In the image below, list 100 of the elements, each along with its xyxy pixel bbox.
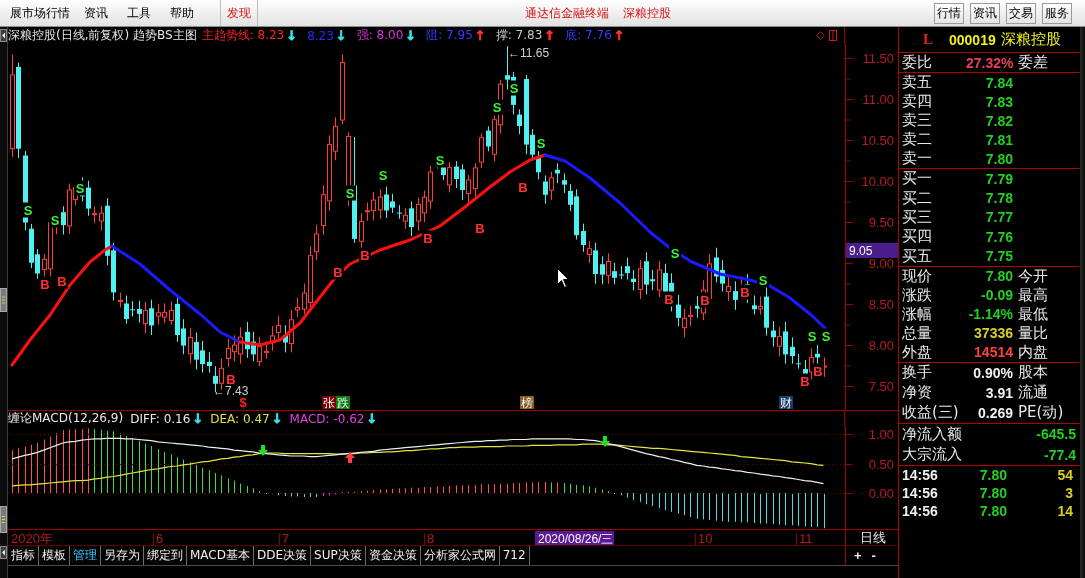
field-label: 净流入额: [902, 424, 962, 444]
field-label: 卖二: [902, 130, 933, 149]
zoom-button[interactable]: -: [870, 548, 877, 563]
indicator-tab[interactable]: 分析家公式网: [420, 546, 500, 565]
indicator-tab[interactable]: MACD基本: [187, 546, 254, 565]
stock-code: 000019: [949, 31, 996, 48]
indicator-value: MACD: -0.62: [289, 411, 365, 426]
sell-signal-label: S: [75, 181, 85, 196]
indicator-tab[interactable]: 管理: [70, 546, 101, 565]
cursor-date-label: 2020/08/26/三: [535, 531, 614, 545]
axis-tick: [153, 532, 154, 545]
event-marker: $: [239, 395, 247, 410]
trade-price: 7.80: [978, 484, 1007, 501]
period-button[interactable]: 日线: [860, 530, 886, 545]
date-label: 8: [427, 531, 435, 545]
diamond-icon[interactable]: [816, 31, 825, 40]
field-value: 3.91: [984, 384, 1013, 401]
indicator-tab[interactable]: 资金决策: [365, 546, 421, 565]
menu-item[interactable]: 资讯: [84, 4, 108, 22]
field-label: 卖四: [902, 92, 933, 111]
sell-signal-label: S: [670, 246, 680, 261]
menu-item[interactable]: 展市场行情: [10, 4, 70, 22]
toolbar-button[interactable]: 交易: [1006, 2, 1036, 24]
event-tag: 财: [779, 396, 793, 410]
field-value: 7.84: [984, 74, 1013, 91]
trend-arrow: ↓: [366, 411, 378, 426]
indicator-value: 阻: 7.95: [426, 27, 473, 44]
event-tag: 跌: [336, 396, 350, 410]
indicator-tab[interactable]: DDE决策: [254, 546, 312, 565]
trend-arrow: ↑: [613, 28, 625, 43]
field-label: 卖三: [902, 111, 933, 130]
indicator-tab[interactable]: 712: [499, 546, 530, 565]
field-label: 净资: [902, 383, 933, 403]
field-label: 最低: [1018, 304, 1049, 324]
axis-tick: [796, 532, 797, 545]
axis-label: 10.50: [861, 133, 894, 148]
sell-signal-label: S: [807, 329, 817, 344]
field-label: 买二: [902, 188, 933, 208]
resize-handle-icon[interactable]: [0, 288, 7, 312]
field-value: 7.81: [984, 131, 1013, 148]
buy-signal-label: B: [518, 180, 528, 195]
indicator-tab[interactable]: 另存为: [101, 546, 144, 565]
indicator-tab[interactable]: 绑定到: [144, 546, 187, 565]
toolbar-button[interactable]: 资讯: [970, 2, 1000, 24]
sell-signal-label: S: [23, 203, 33, 218]
discover-link[interactable]: 发现: [220, 0, 258, 26]
date-label: 10: [698, 531, 713, 545]
trade-volume: 14: [1056, 502, 1073, 519]
toolbar-button[interactable]: 行情: [934, 2, 964, 24]
field-value: 0.269: [976, 404, 1013, 421]
field-value: 7.76: [984, 228, 1013, 245]
stock-name: 深粮控股: [1000, 30, 1061, 49]
event-tag: 榜: [520, 396, 534, 410]
indicator-value: 底: 7.76: [565, 27, 612, 44]
left-arrow-icon[interactable]: [0, 546, 7, 559]
toolbar-button[interactable]: 服务: [1042, 2, 1072, 24]
indicator-title: 缠论MACD(12,26,9): [8, 410, 124, 427]
buy-signal-label: B: [475, 221, 485, 236]
left-arrow-icon[interactable]: [0, 29, 7, 42]
trade-time: 14:56: [902, 484, 939, 501]
zoom-button[interactable]: +: [853, 548, 863, 563]
indicator-tab[interactable]: 模板: [39, 546, 70, 565]
field-label: 买五: [902, 246, 933, 266]
field-label: 现价: [902, 266, 933, 286]
trend-arrow: ↑: [544, 28, 556, 43]
buy-signal-label: B: [813, 364, 823, 379]
buy-signal-label: B: [40, 277, 50, 292]
axis-label: 11.50: [862, 51, 894, 66]
indicator-tab[interactable]: SUP决策: [311, 546, 366, 565]
field-label: 委差: [1018, 53, 1049, 72]
menu-item[interactable]: 工具: [127, 4, 151, 22]
low-price-label: ←7.43: [213, 384, 249, 398]
axis-label: 10.00: [861, 174, 894, 189]
sell-signal-label: S: [378, 168, 388, 183]
buy-signal-label: B: [423, 231, 433, 246]
axis-label: 8.50: [868, 297, 894, 312]
buy-signal-label: B: [700, 293, 710, 308]
field-value: 7.77: [984, 209, 1013, 226]
trend-arrow: ↓: [271, 411, 283, 426]
axis-label: 9.50: [868, 215, 894, 230]
down-arrow-icon: [258, 445, 268, 456]
indicator-tab[interactable]: 指标: [8, 546, 39, 565]
buy-signal-label: B: [740, 285, 750, 300]
field-label: PE(动): [1018, 403, 1065, 423]
event-tag: 张: [322, 396, 336, 410]
sell-signal-label: S: [345, 186, 355, 201]
field-label: 股本: [1018, 363, 1049, 383]
trend-arrow: ↑: [474, 28, 486, 43]
field-value: 7.82: [984, 112, 1013, 129]
buy-signal-label: B: [360, 248, 370, 263]
axis-tick: [424, 532, 425, 545]
axis-label: 0.00: [868, 486, 894, 501]
date-label: 11: [799, 531, 813, 545]
field-label: 买一: [902, 169, 933, 189]
menu-item[interactable]: 帮助: [170, 4, 194, 22]
resize-handle-icon[interactable]: [0, 506, 7, 533]
field-value: -1.14%: [967, 306, 1013, 323]
buy-signal-label: B: [226, 372, 236, 387]
stock-name-link[interactable]: 深粮控股: [623, 4, 671, 22]
panel-icon[interactable]: [829, 30, 837, 41]
